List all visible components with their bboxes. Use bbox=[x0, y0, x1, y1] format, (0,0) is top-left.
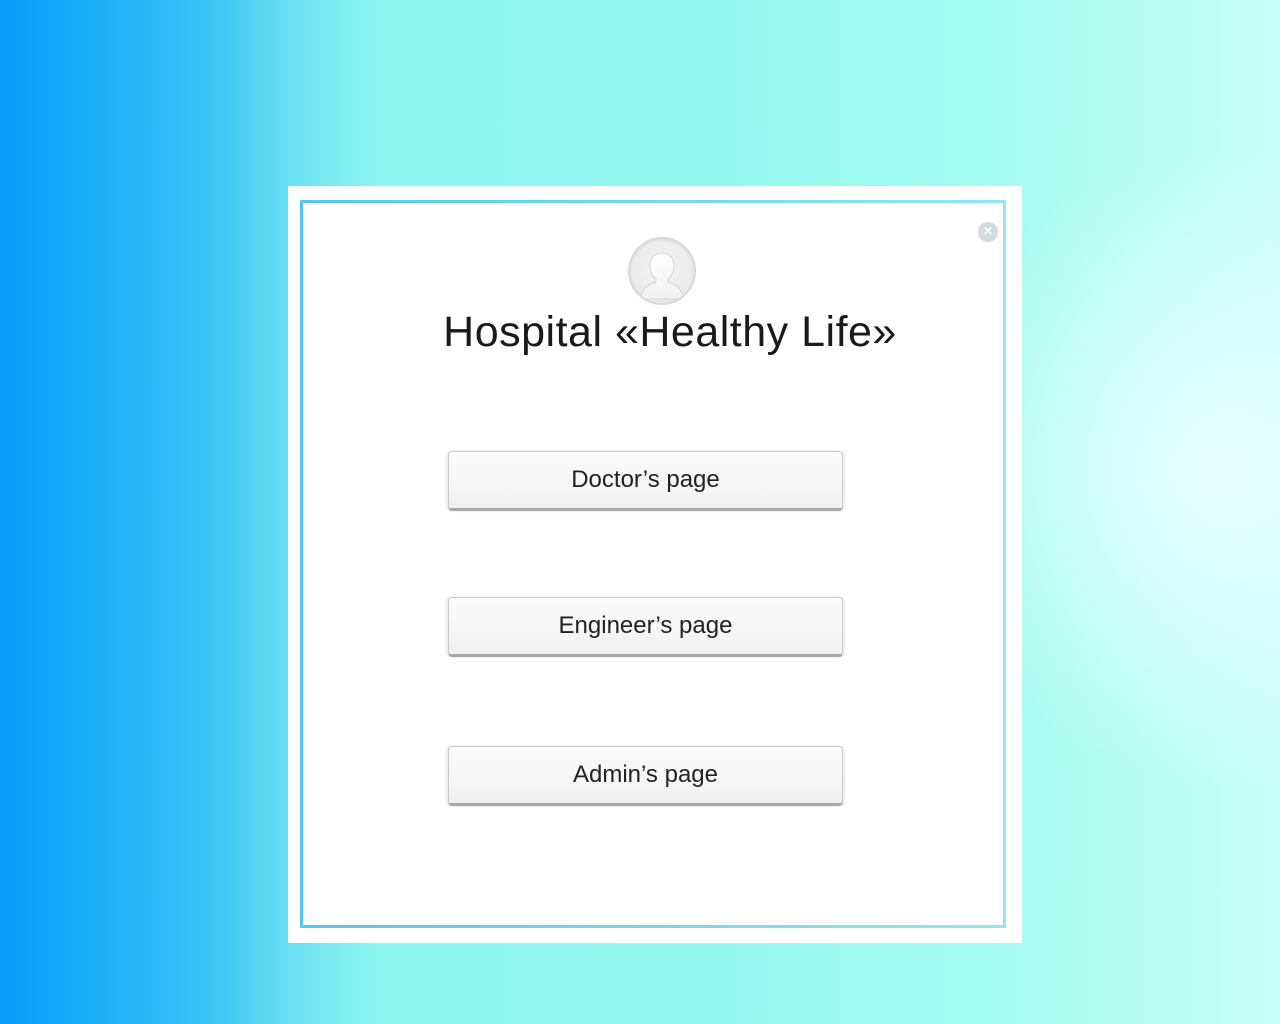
close-icon: × bbox=[982, 224, 994, 239]
user-silhouette-icon bbox=[628, 237, 696, 305]
page-title: Hospital «Healthy Life» bbox=[443, 308, 897, 356]
doctor-page-button[interactable]: Doctor’s page bbox=[448, 451, 843, 511]
admin-page-button[interactable]: Admin’s page bbox=[448, 746, 843, 806]
engineer-page-button[interactable]: Engineer’s page bbox=[448, 597, 843, 657]
login-dialog bbox=[288, 186, 1022, 943]
close-button[interactable]: × bbox=[978, 222, 998, 242]
